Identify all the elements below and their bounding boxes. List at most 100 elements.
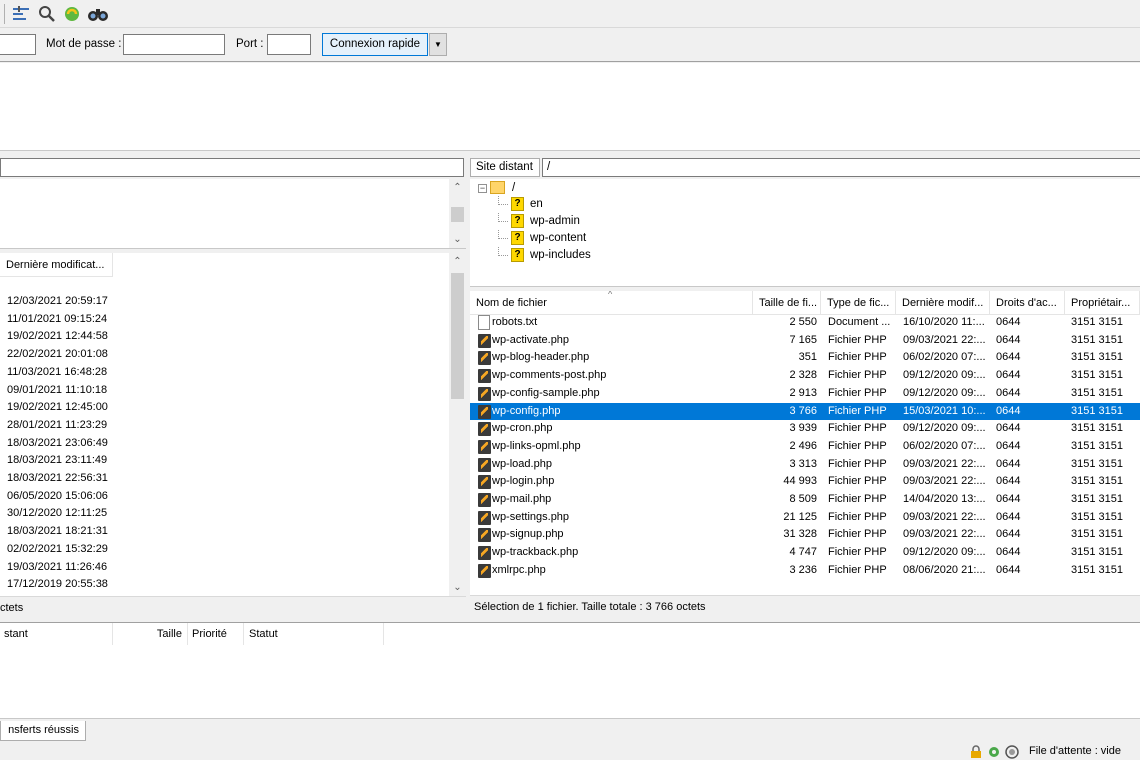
php-file-icon xyxy=(478,475,491,490)
scroll-down-icon[interactable]: ⌄ xyxy=(449,231,466,248)
cell-perms: 0644 xyxy=(996,439,1021,452)
table-row[interactable]: 11/03/2021 16:48:28 xyxy=(0,364,449,382)
table-row[interactable]: wp-config-sample.php 2 913 Fichier PHP 09/1… xyxy=(470,385,1140,403)
table-row[interactable]: wp-login.php 44 993 Fichier PHP 09/03/2021 … xyxy=(470,473,1140,491)
table-row[interactable]: wp-comments-post.php 2 328 Fichier PHP 09/1… xyxy=(470,367,1140,385)
table-row[interactable]: 18/03/2021 22:56:31 xyxy=(0,470,449,488)
table-row[interactable]: 22/02/2021 20:01:08 xyxy=(0,346,449,364)
cell-owner: 3151 3151 xyxy=(1071,510,1123,523)
table-row[interactable]: wp-config.php 3 766 Fichier PHP 15/03/2021 … xyxy=(470,402,1140,421)
table-row[interactable]: wp-load.php 3 313 Fichier PHP 09/03/2021 22… xyxy=(470,456,1140,474)
cell-size: 351 xyxy=(798,351,817,364)
cell-modified: 09/12/2020 09:... xyxy=(903,386,986,399)
tree-item-root[interactable]: − / xyxy=(478,180,538,197)
table-row[interactable]: xmlrpc.php 3 236 Fichier PHP 08/06/2020 21:… xyxy=(470,562,1140,580)
column-header-modified[interactable]: Dernière modif... xyxy=(896,291,990,315)
cell-name: wp-blog-header.php xyxy=(492,351,590,364)
table-row[interactable]: 19/02/2021 12:45:00 xyxy=(0,399,449,417)
column-header-name[interactable]: Nom de fichier ^ xyxy=(470,291,753,315)
cell-name: wp-mail.php xyxy=(492,493,552,505)
table-row[interactable]: 30/12/2020 12:11:25 xyxy=(0,505,449,523)
cell-size: 8 509 xyxy=(789,493,817,505)
table-row[interactable]: 09/01/2021 11:10:18 xyxy=(0,382,449,400)
table-row[interactable]: wp-mail.php 8 509 Fichier PHP 14/04/2020 13… xyxy=(470,491,1140,509)
table-row[interactable]: 11/01/2021 09:15:24 xyxy=(0,311,449,329)
queue-column-remote-file[interactable]: stant xyxy=(0,623,113,645)
table-row[interactable]: 19/02/2021 12:44:58 xyxy=(0,328,449,346)
table-row[interactable]: 18/03/2021 18:21:31 xyxy=(0,523,449,541)
table-row[interactable]: wp-cron.php 3 939 Fichier PHP 09/12/2020 09… xyxy=(470,420,1140,438)
tree-item-label: wp-admin xyxy=(530,215,580,227)
quickconnect-dropdown-button[interactable]: ▼ xyxy=(429,33,447,56)
local-list-scrollbar[interactable]: ⌃ ⌄ xyxy=(449,253,466,596)
table-row[interactable]: 18/03/2021 23:06:49 xyxy=(0,435,449,453)
queue-column-size[interactable]: Taille xyxy=(113,623,188,645)
php-file-icon xyxy=(478,563,491,578)
remote-directory-tree[interactable]: − / ? en? wp-admin? wp-content? wp-includes xyxy=(470,179,1140,287)
table-row[interactable]: wp-blog-header.php 351 Fichier PHP 06/02/20… xyxy=(470,349,1140,367)
local-directory-tree[interactable]: ⌃ ⌄ xyxy=(0,179,466,249)
tree-item-wp-admin[interactable]: ? wp-admin xyxy=(498,213,620,230)
cell-perms: 0644 xyxy=(996,493,1021,505)
table-row[interactable]: 02/02/2021 15:32:29 xyxy=(0,541,449,559)
table-row[interactable]: wp-signup.php 31 328 Fichier PHP 09/03/2021… xyxy=(470,526,1140,544)
queue-status-text: File d'attente : vide xyxy=(1029,745,1121,757)
remote-path-input[interactable]: / xyxy=(542,158,1140,177)
toggle-directory-comparison-icon[interactable] xyxy=(38,5,56,23)
tab-successful-transfers[interactable]: nsferts réussis xyxy=(0,721,86,741)
local-path-input[interactable] xyxy=(0,158,464,177)
php-file-icon xyxy=(478,528,491,543)
column-header-permissions[interactable]: Droits d'ac... xyxy=(990,291,1065,315)
table-row[interactable]: 28/01/2021 11:23:29 xyxy=(0,417,449,435)
php-file-icon xyxy=(478,493,491,507)
scroll-up-icon[interactable]: ⌃ xyxy=(449,179,466,196)
transfer-queue[interactable]: stant Taille Priorité Statut xyxy=(0,622,1140,718)
scroll-up-icon[interactable]: ⌃ xyxy=(449,253,466,270)
scroll-down-icon[interactable]: ⌄ xyxy=(449,579,466,596)
cell-modified: 18/03/2021 23:06:49 xyxy=(7,436,108,449)
collapse-icon[interactable]: − xyxy=(478,184,487,193)
local-tree-scrollbar[interactable]: ⌃ ⌄ xyxy=(449,179,466,248)
speed-limit-icon[interactable] xyxy=(1005,745,1019,759)
binoculars-icon[interactable] xyxy=(87,5,109,23)
local-path-bar xyxy=(0,155,466,179)
cell-size: 3 236 xyxy=(789,563,817,576)
cell-modified: 18/03/2021 23:11:49 xyxy=(7,454,108,467)
scrollbar-thumb[interactable] xyxy=(451,273,464,399)
cell-type: Fichier PHP xyxy=(828,528,887,541)
tree-item-en[interactable]: ? en xyxy=(498,196,620,213)
table-row[interactable]: 18/03/2021 23:11:49 xyxy=(0,452,449,470)
table-row[interactable]: 19/03/2021 11:26:46 xyxy=(0,559,449,577)
table-row[interactable]: 12/03/2021 20:59:17 xyxy=(0,293,449,311)
tree-item-wp-includes[interactable]: ? wp-includes xyxy=(498,247,620,264)
table-row[interactable]: wp-settings.php 21 125 Fichier PHP 09/03/20… xyxy=(470,509,1140,527)
cell-modified: 06/02/2020 07:... xyxy=(903,439,986,452)
table-row[interactable]: 17/12/2019 20:55:38 xyxy=(0,576,449,594)
table-row[interactable]: wp-links-opml.php 2 496 Fichier PHP 06/02/2… xyxy=(470,438,1140,456)
filter-icon[interactable] xyxy=(12,5,30,23)
queue-column-status[interactable]: Statut xyxy=(244,623,384,645)
column-header-modified[interactable]: Dernière modificat... xyxy=(0,253,113,277)
table-row[interactable]: 06/05/2020 15:06:06 xyxy=(0,488,449,506)
table-row[interactable]: wp-trackback.php 4 747 Fichier PHP 09/12/20… xyxy=(470,544,1140,562)
sync-browsing-icon[interactable] xyxy=(63,5,81,23)
cell-size: 3 766 xyxy=(789,404,817,417)
column-header-owner[interactable]: Propriétair... xyxy=(1065,291,1140,315)
password-field[interactable] xyxy=(123,34,225,55)
cell-type: Fichier PHP xyxy=(828,563,887,576)
queue-column-priority[interactable]: Priorité xyxy=(188,623,244,645)
message-log[interactable] xyxy=(0,63,1140,151)
quickconnect-button[interactable]: Connexion rapide xyxy=(322,33,428,56)
local-file-list[interactable]: Dernière modificat... 12/03/2021 20:59:1… xyxy=(0,253,466,596)
column-header-type[interactable]: Type de fic... xyxy=(821,291,896,315)
cell-perms: 0644 xyxy=(996,316,1021,328)
table-row[interactable]: wp-activate.php 7 165 Fichier PHP 09/03/202… xyxy=(470,332,1140,350)
cell-modified: 18/03/2021 22:56:31 xyxy=(7,472,108,484)
port-field[interactable] xyxy=(267,34,311,55)
remote-file-list[interactable]: Nom de fichier ^ Taille de fi... Type de… xyxy=(470,291,1140,595)
username-field[interactable] xyxy=(0,34,36,55)
scrollbar-thumb[interactable] xyxy=(451,207,464,222)
tree-item-wp-content[interactable]: ? wp-content xyxy=(498,230,620,247)
column-header-size[interactable]: Taille de fi... xyxy=(753,291,821,315)
table-row[interactable]: robots.txt 2 550 Document ... 16/10/2020 11… xyxy=(470,314,1140,332)
